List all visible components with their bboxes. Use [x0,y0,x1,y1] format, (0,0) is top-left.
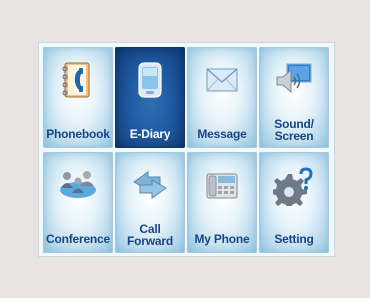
phone-screen: Phonebook E-Diary Message Sound/ Screen … [38,42,335,257]
menu-tile-label: Phonebook [46,127,110,141]
menu-tile-label: Conference [45,232,111,246]
menu-tile-label: Setting [274,232,314,246]
menu-tile-label: Call Forward [127,222,173,248]
menu-tile-e-diary[interactable]: E-Diary [115,47,185,148]
call-forward-icon [133,171,167,199]
menu-tile-conference[interactable]: Conference [43,152,113,253]
menu-tile-label: Message [197,127,247,141]
pda-icon [138,62,162,98]
menu-tile-call-forward[interactable]: Call Forward [115,152,185,253]
menu-tile-sound-screen[interactable]: Sound/ Screen [259,47,329,148]
envelope-icon [206,68,238,92]
menu-tile-my-phone[interactable]: My Phone [187,152,257,253]
menu-tile-setting[interactable]: Setting [259,152,329,253]
gear-icon [273,167,313,206]
phonebook-icon [62,62,90,98]
speaker-screen-icon [276,63,312,94]
menu-tile-label: Sound/ Screen [274,117,314,143]
conference-icon [60,171,96,198]
menu-tile-label: My Phone [194,232,250,246]
menu-tile-label: E-Diary [129,127,171,141]
main-menu-grid: Phonebook E-Diary Message Sound/ Screen … [43,47,331,253]
menu-tile-phonebook[interactable]: Phonebook [43,47,113,148]
desk-phone-icon [206,173,238,199]
menu-tile-message[interactable]: Message [187,47,257,148]
